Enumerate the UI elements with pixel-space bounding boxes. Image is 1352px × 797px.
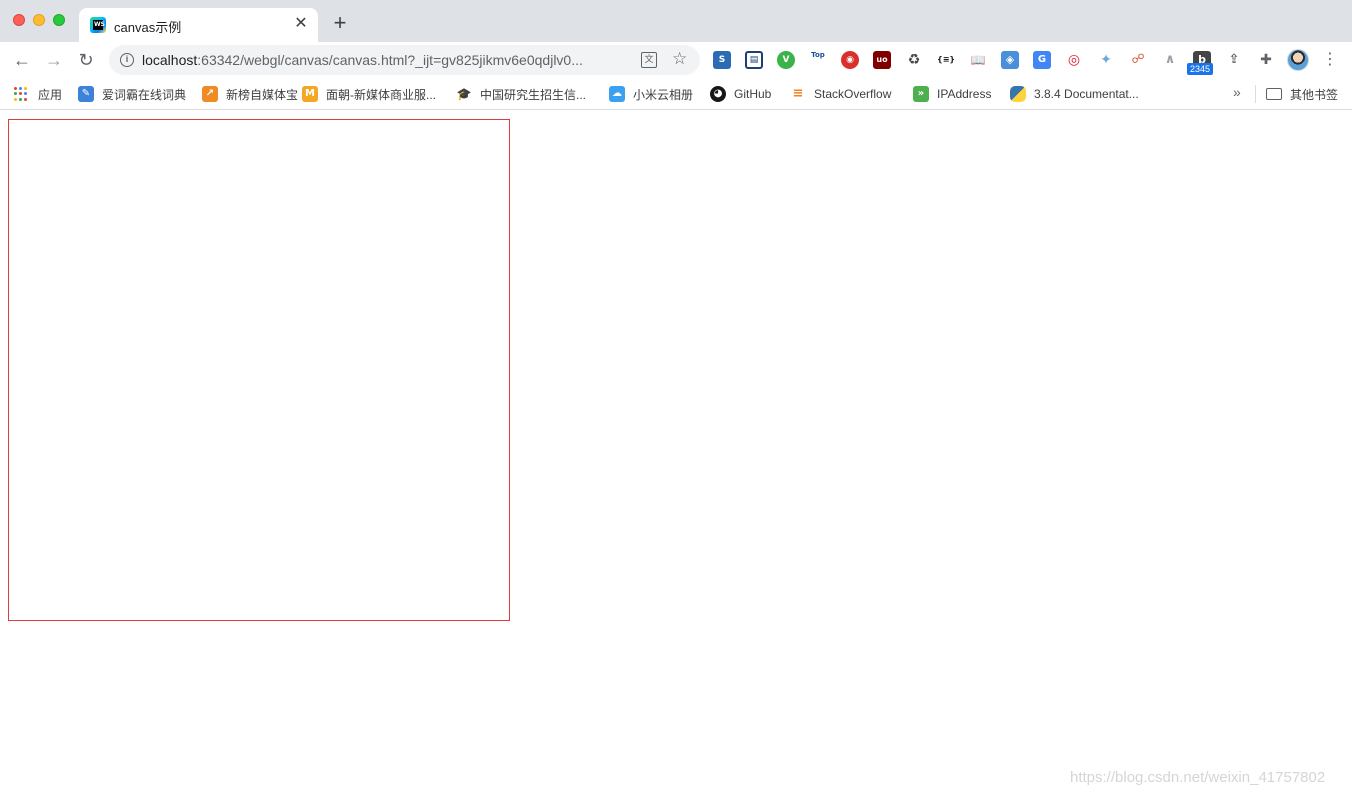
tab-close-icon[interactable]: ✕: [293, 16, 309, 32]
extension-s-icon[interactable]: S: [713, 51, 731, 69]
python-icon: [1010, 86, 1026, 102]
bookmark-mianchao[interactable]: M 面朝-新媒体商业服...: [302, 84, 436, 104]
bookmark-mi-cloud[interactable]: ☁ 小米云相册: [609, 84, 693, 104]
bookmark-iciba[interactable]: ✎ 爱词霸在线词典: [78, 84, 186, 104]
bookmark-stackoverflow[interactable]: ≡ StackOverflow: [790, 84, 891, 104]
extension-badge: 2345: [1187, 63, 1214, 75]
active-tab[interactable]: WS canvas示例 ✕: [79, 8, 318, 42]
extension-reader-icon[interactable]: 📖: [969, 51, 987, 69]
stackoverflow-icon: ≡: [790, 86, 806, 102]
url-text[interactable]: localhost:63342/webgl/canvas/canvas.html…: [142, 52, 583, 68]
reload-button[interactable]: ↻: [76, 50, 96, 70]
extension-network-icon[interactable]: ☍: [1129, 51, 1147, 69]
tab-title: canvas示例: [114, 20, 182, 35]
extension-upload-icon[interactable]: ⇪: [1225, 51, 1243, 69]
bookmark-label: 面朝-新媒体商业服...: [326, 87, 436, 102]
other-bookmarks-label: 其他书签: [1290, 87, 1339, 102]
csdn-watermark: https://blog.csdn.net/weixin_41757802: [1070, 769, 1326, 786]
bookmark-label: 3.8.4 Documentat...: [1034, 87, 1139, 101]
back-button[interactable]: ←: [12, 50, 32, 70]
bookmark-star-icon[interactable]: ☆: [672, 49, 687, 69]
bookmarks-bar: 应用 ✎ 爱词霸在线词典 ↗ 新榜自媒体宝 M 面朝-新媒体商业服... 🎓 中…: [0, 78, 1352, 110]
tab-strip: WS canvas示例 ✕ +: [0, 0, 1352, 42]
bookmark-ipaddress[interactable]: » IPAddress: [913, 84, 991, 104]
extension-json-icon[interactable]: {≡}: [937, 51, 955, 69]
bookmark-label: GitHub: [734, 87, 772, 101]
newrank-icon: ↗: [202, 86, 218, 102]
extension-calendar-icon[interactable]: ◈: [1001, 51, 1019, 69]
profile-avatar[interactable]: [1287, 49, 1309, 71]
bookmark-label: 小米云相册: [633, 87, 694, 102]
bookmark-python-docs[interactable]: 3.8.4 Documentat...: [1010, 84, 1139, 104]
folder-icon: [1266, 88, 1282, 100]
bookmark-label: 新榜自媒体宝: [226, 87, 299, 102]
url-host: localhost: [142, 52, 198, 68]
close-window-button[interactable]: [13, 14, 25, 26]
canvas-element[interactable]: [8, 119, 510, 621]
forward-button[interactable]: →: [44, 50, 64, 70]
cloud-icon: ☁: [609, 86, 625, 102]
address-bar[interactable]: i localhost:63342/webgl/canvas/canvas.ht…: [109, 45, 700, 75]
bookmark-apps[interactable]: 应用: [14, 84, 62, 104]
extension-window-icon[interactable]: ▤: [745, 51, 763, 69]
iciba-icon: ✎: [78, 86, 94, 102]
bookmark-label: 中国研究生招生信...: [480, 87, 587, 102]
graduation-cap-icon: 🎓: [456, 86, 472, 102]
extension-adblock-icon[interactable]: ◉: [841, 51, 859, 69]
maximize-window-button[interactable]: [53, 14, 65, 26]
github-icon: ◕: [710, 86, 726, 102]
extension-google-translate-icon[interactable]: G: [1033, 51, 1051, 69]
extension-weibo-icon[interactable]: ◎: [1065, 51, 1083, 69]
ipaddress-icon: »: [913, 86, 929, 102]
extension-arrow-icon[interactable]: ∧: [1161, 51, 1179, 69]
other-bookmarks-folder[interactable]: 其他书签: [1266, 84, 1338, 104]
minimize-window-button[interactable]: [33, 14, 45, 26]
site-info-icon[interactable]: i: [120, 53, 134, 67]
translate-icon[interactable]: 文: [641, 52, 657, 68]
bookmarks-divider: [1255, 85, 1256, 103]
webstorm-favicon-icon: WS: [90, 17, 106, 33]
url-path: :63342/webgl/canvas/canvas.html?_ijt=gv8…: [197, 52, 583, 68]
extension-tophub-icon[interactable]: Top: [809, 51, 827, 69]
bookmark-github[interactable]: ◕ GitHub: [710, 84, 771, 104]
extension-ublock-icon[interactable]: uo: [873, 51, 891, 69]
bookmark-label: StackOverflow: [814, 87, 892, 101]
m-icon: M: [302, 86, 318, 102]
extensions-puzzle-icon[interactable]: ✚: [1257, 51, 1275, 69]
bookmark-label: 应用: [38, 87, 63, 102]
extension-snowflake-icon[interactable]: ✦: [1097, 51, 1115, 69]
bookmark-label: 爱词霸在线词典: [102, 87, 187, 102]
extension-recycle-icon[interactable]: ♻: [905, 51, 923, 69]
browser-toolbar: ← → ↻ i localhost:63342/webgl/canvas/can…: [0, 42, 1352, 78]
bookmark-yz-chsi[interactable]: 🎓 中国研究生招生信...: [456, 84, 586, 104]
browser-menu-icon[interactable]: ⋮: [1322, 50, 1338, 70]
new-tab-button[interactable]: +: [330, 12, 350, 34]
extension-vue-icon[interactable]: V: [777, 51, 795, 69]
bookmark-label: IPAddress: [937, 87, 992, 101]
apps-icon: [14, 87, 28, 101]
bookmark-newrank[interactable]: ↗ 新榜自媒体宝: [202, 84, 298, 104]
bookmarks-overflow-icon[interactable]: »: [1233, 84, 1241, 100]
